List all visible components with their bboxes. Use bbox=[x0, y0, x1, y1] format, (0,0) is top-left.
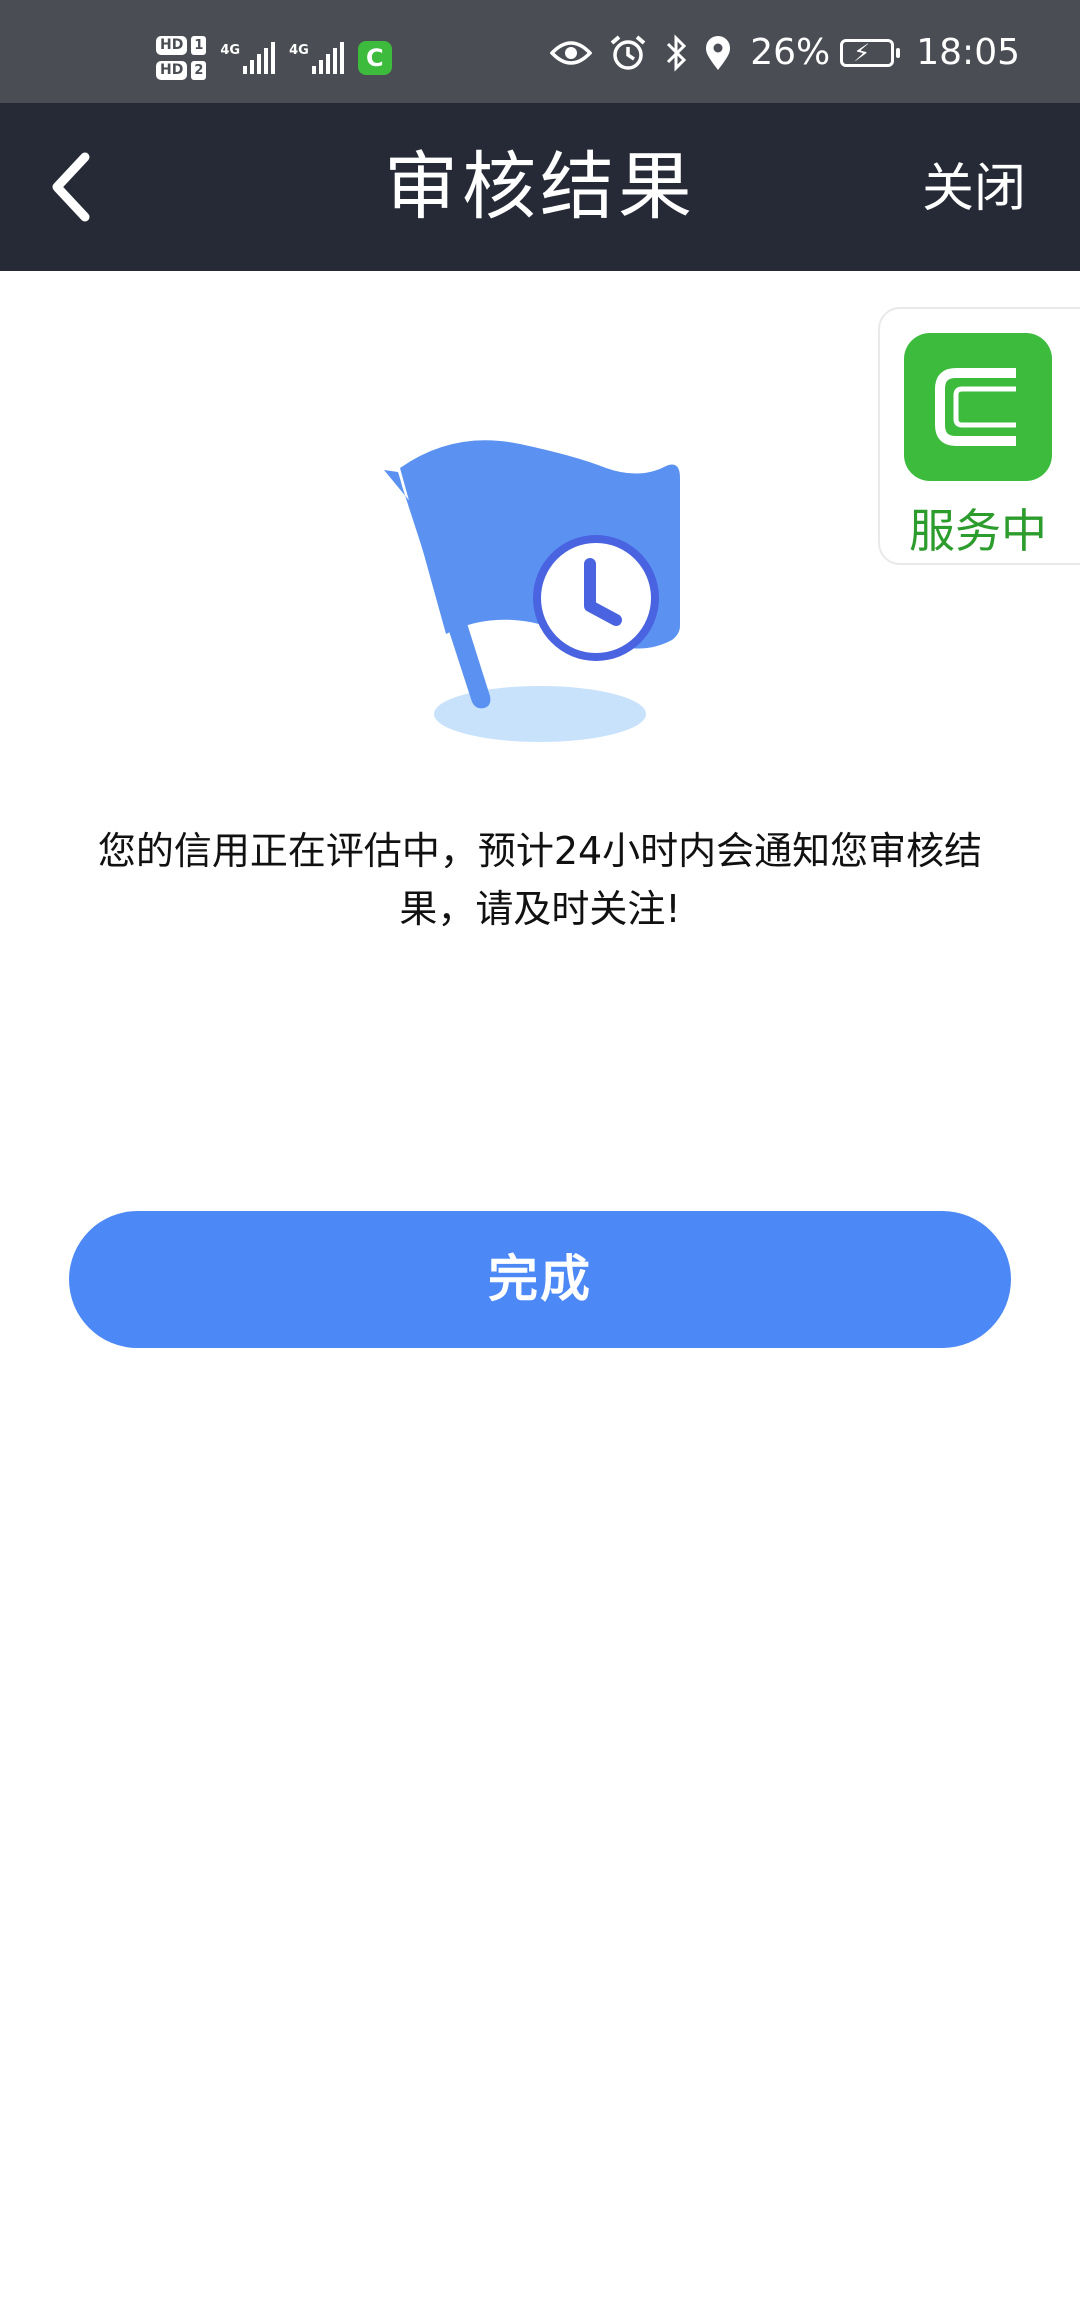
service-status-widget[interactable]: 服务中 bbox=[878, 307, 1080, 565]
signal-sim2: 4G bbox=[289, 42, 344, 74]
hd-row-1: HD 1 bbox=[156, 36, 207, 55]
hd-indicators: HD 1 HD 2 bbox=[156, 36, 207, 80]
hd-row-2: HD 2 bbox=[156, 61, 207, 80]
battery-charging-icon: ⚡ bbox=[840, 38, 901, 67]
page-title: 审核结果 bbox=[384, 144, 696, 230]
location-icon bbox=[704, 35, 732, 71]
alarm-icon bbox=[608, 33, 648, 73]
network-type-label: 4G bbox=[220, 43, 241, 58]
service-status-label: 服务中 bbox=[909, 504, 1047, 558]
app-notification-icon: C bbox=[357, 41, 392, 75]
battery-percent: 26% bbox=[750, 32, 831, 73]
close-button[interactable]: 关闭 bbox=[922, 103, 1026, 271]
done-button[interactable]: 完成 bbox=[69, 1211, 1011, 1348]
hd-badge: HD bbox=[156, 61, 188, 80]
nav-bar: 审核结果 关闭 bbox=[0, 103, 1080, 271]
clock-time: 18:05 bbox=[916, 32, 1020, 73]
app-c-logo-icon bbox=[904, 333, 1052, 481]
hd-sim-number: 2 bbox=[191, 61, 207, 80]
signal-bars-icon bbox=[311, 42, 344, 74]
status-message: 您的信用正在评估中，预计24小时内会通知您审核结果，请及时关注! bbox=[97, 829, 983, 931]
signal-sim1: 4G bbox=[220, 42, 276, 74]
bluetooth-icon bbox=[664, 33, 688, 72]
screen: HD 1 HD 2 4G 4G C 26% ⚡ 18:05 审核结果 关闭 服务… bbox=[0, 0, 1080, 2310]
status-bar: HD 1 HD 2 4G 4G C 26% ⚡ 18:05 bbox=[0, 0, 1080, 103]
eye-icon bbox=[550, 39, 593, 67]
signal-bars-icon bbox=[243, 42, 276, 74]
hd-badge: HD bbox=[156, 36, 188, 55]
status-right: 26% ⚡ 18:05 bbox=[534, 0, 1020, 115]
hd-sim-number: 1 bbox=[191, 36, 207, 55]
flag-clock-icon bbox=[380, 420, 710, 750]
status-left: HD 1 HD 2 4G 4G C bbox=[156, 28, 392, 88]
network-type-label: 4G bbox=[289, 43, 309, 58]
